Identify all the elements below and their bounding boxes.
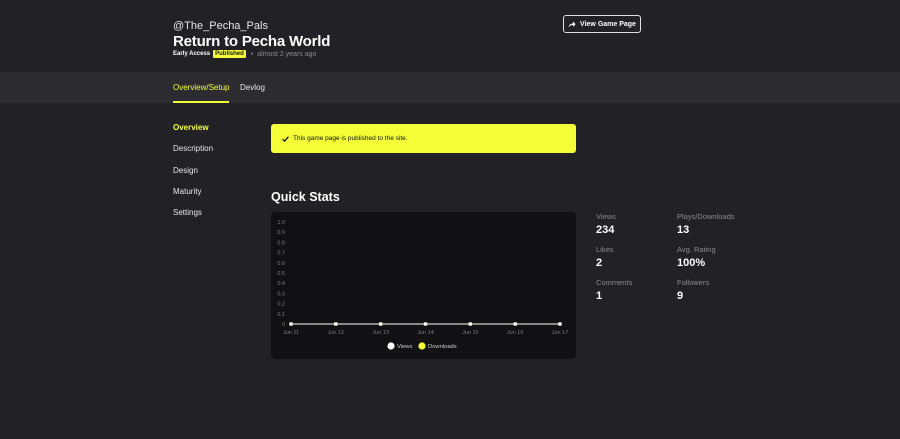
published-badge: Published bbox=[213, 50, 246, 58]
y-tick-label: 0.2 bbox=[277, 302, 285, 308]
y-tick-label: 0.3 bbox=[277, 291, 285, 297]
stat-followers-value: 9 bbox=[677, 290, 684, 302]
x-tick-label: Jun 14 bbox=[417, 330, 434, 336]
sidebar-item-overview[interactable]: Overview bbox=[173, 123, 209, 132]
data-point-views bbox=[468, 322, 472, 326]
sidebar-item-design[interactable]: Design bbox=[173, 166, 198, 175]
y-tick-label: 0.4 bbox=[277, 281, 285, 287]
y-tick-label: 0.8 bbox=[277, 240, 285, 246]
stat-likes-label: Likes bbox=[596, 245, 614, 254]
author-handle[interactable]: @The_Pecha_Pals bbox=[173, 20, 268, 32]
published-time: almost 2 years ago bbox=[257, 50, 317, 58]
legend-label-views: Views bbox=[397, 344, 412, 350]
x-tick-label: Jun 17 bbox=[552, 330, 569, 336]
legend-swatch-downloads bbox=[418, 342, 426, 350]
sidebar-item-maturity[interactable]: Maturity bbox=[173, 187, 201, 196]
tab-bar: Overview/Setup Devlog bbox=[0, 72, 900, 103]
tab-overview-setup[interactable]: Overview/Setup bbox=[173, 72, 230, 103]
line-chart: 0 0.1 0.2 0.3 0.4 0.5 0.6 0.7 0.8 0.9 1.0 Jun 11 Jun… bbox=[277, 220, 569, 350]
stat-views-label: Views bbox=[596, 212, 616, 221]
y-tick-label: 1.0 bbox=[277, 220, 285, 226]
stat-views-value: 234 bbox=[596, 224, 615, 236]
y-tick-label: 0.6 bbox=[277, 261, 285, 267]
stat-followers-label: Followers bbox=[677, 278, 710, 287]
quick-stats-heading: Quick Stats bbox=[271, 190, 340, 204]
check-icon bbox=[282, 135, 289, 142]
data-point-views bbox=[379, 322, 383, 326]
status-badges: Early Access Published • almost 2 years … bbox=[173, 49, 316, 59]
y-tick-label: 0.1 bbox=[277, 312, 285, 318]
separator-dot: • bbox=[250, 50, 254, 58]
sidebar-item-description[interactable]: Description bbox=[173, 144, 213, 153]
game-title: Return to Pecha World bbox=[173, 33, 331, 50]
legend-label-downloads: Downloads bbox=[428, 344, 457, 350]
view-game-page-button[interactable]: View Game Page bbox=[563, 15, 641, 33]
y-tick-label: 0.9 bbox=[277, 230, 285, 236]
legend-swatch-views bbox=[387, 342, 395, 350]
x-tick-label: Jun 13 bbox=[372, 330, 389, 336]
page-header: @The_Pecha_Pals Return to Pecha World Ea… bbox=[0, 0, 900, 72]
stat-downloads-label: Plays/Downloads bbox=[677, 212, 735, 221]
published-notice: This game page is published to the site. bbox=[271, 124, 576, 153]
x-tick-label: Jun 16 bbox=[507, 330, 524, 336]
y-tick-label: 0 bbox=[282, 322, 285, 328]
share-arrow-icon bbox=[568, 21, 576, 27]
x-tick-label: Jun 15 bbox=[462, 330, 479, 336]
stat-rating-value: 100% bbox=[677, 257, 706, 269]
view-game-page-label: View Game Page bbox=[580, 20, 636, 28]
stats-chart: 0 0.1 0.2 0.3 0.4 0.5 0.6 0.7 0.8 0.9 1.0 Jun 11 Jun… bbox=[271, 212, 576, 359]
published-notice-text: This game page is published to the site. bbox=[293, 135, 408, 142]
early-access-badge: Early Access bbox=[173, 51, 211, 57]
stat-comments-value: 1 bbox=[596, 290, 603, 302]
data-point-views bbox=[513, 322, 517, 326]
y-tick-label: 0.7 bbox=[277, 251, 285, 257]
stat-comments-label: Comments bbox=[596, 278, 633, 287]
data-point-views bbox=[334, 322, 338, 326]
stat-downloads-value: 13 bbox=[677, 224, 690, 236]
sidebar-item-settings[interactable]: Settings bbox=[173, 208, 202, 217]
data-point-views bbox=[423, 322, 428, 326]
tab-devlog[interactable]: Devlog bbox=[240, 72, 265, 103]
stat-likes-value: 2 bbox=[596, 257, 603, 269]
y-tick-label: 0.5 bbox=[277, 271, 285, 277]
x-tick-label: Jun 11 bbox=[283, 330, 299, 336]
stat-rating-label: Avg. Rating bbox=[677, 245, 716, 254]
data-point-views bbox=[558, 322, 562, 326]
data-point-views bbox=[289, 322, 293, 326]
x-tick-label: Jun 12 bbox=[328, 330, 345, 336]
